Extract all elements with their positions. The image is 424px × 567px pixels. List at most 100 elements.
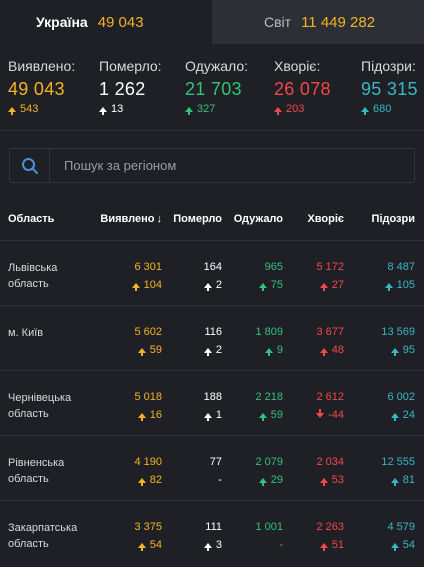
recovered-value: 2 079 bbox=[255, 456, 283, 468]
col-region[interactable]: Область bbox=[8, 213, 54, 225]
confirmed-cell: 4 190 82 bbox=[134, 456, 162, 486]
stat-deaths: Померло: 1 262 13 bbox=[99, 58, 162, 115]
region-name: м. Київ bbox=[8, 327, 44, 339]
confirmed-cell: 5 018 16 bbox=[134, 391, 162, 421]
stat-label: Одужало: bbox=[185, 58, 249, 74]
recovered-change: 9 bbox=[276, 344, 283, 356]
col-recovered[interactable]: Одужало bbox=[234, 213, 283, 225]
confirmed-change: 82 bbox=[149, 474, 162, 486]
sick-cell: 5 172 27 bbox=[316, 261, 344, 291]
stat-change-value: 327 bbox=[197, 103, 216, 115]
region-table: Львівська область 6 301 104 164 2 965 75 5 … bbox=[0, 241, 424, 566]
table-row[interactable]: Рівненська область 4 190 82 77 - 2 079 29 2… bbox=[0, 436, 424, 501]
tab-world-label: Світ bbox=[264, 14, 292, 30]
suspected-cell: 12 555 81 bbox=[381, 456, 415, 486]
recovered-value: 1 809 bbox=[255, 326, 283, 338]
recovered-change: 59 bbox=[270, 409, 283, 421]
arrow-up-icon bbox=[185, 106, 193, 115]
tab-ukraine-count: 49 043 bbox=[97, 13, 144, 31]
stat-change: 680 bbox=[361, 103, 418, 115]
suspected-change: 24 bbox=[402, 409, 415, 421]
search-icon[interactable] bbox=[10, 149, 50, 182]
deaths-change: 3 bbox=[215, 539, 222, 551]
sick-cell: 2 612 -44 bbox=[316, 391, 344, 421]
deaths-value: 116 bbox=[204, 326, 222, 338]
arrow-up-icon bbox=[137, 412, 146, 421]
sick-change: 53 bbox=[331, 474, 344, 486]
col-deaths[interactable]: Померло bbox=[173, 213, 222, 225]
suspected-value: 6 002 bbox=[387, 391, 415, 403]
arrow-up-icon bbox=[203, 412, 212, 421]
arrow-up-icon bbox=[137, 542, 146, 551]
suspected-cell: 6 002 24 bbox=[387, 391, 415, 421]
sick-cell: 3 677 48 bbox=[316, 326, 344, 356]
col-suspected[interactable]: Підозри bbox=[372, 213, 415, 225]
deaths-cell: 164 2 bbox=[204, 261, 222, 291]
table-row[interactable]: Закарпатська область 3 375 54 111 3 1 001 -… bbox=[0, 501, 424, 566]
arrow-up-icon bbox=[137, 477, 146, 486]
recovered-value: 965 bbox=[264, 261, 283, 273]
sick-cell: 2 034 53 bbox=[316, 456, 344, 486]
table-row[interactable]: м. Київ 5 602 59 116 2 1 809 9 3 677 48 13 5… bbox=[0, 306, 424, 371]
suspected-cell: 8 487 105 bbox=[384, 261, 415, 291]
stat-change-value: 13 bbox=[111, 103, 124, 115]
stat-value: 26 078 bbox=[274, 79, 331, 99]
arrow-up-icon bbox=[361, 106, 369, 115]
tab-world-count: 11 449 282 bbox=[301, 13, 376, 31]
arrow-up-icon bbox=[258, 282, 267, 291]
sick-value: 2 034 bbox=[316, 456, 344, 468]
col-sick[interactable]: Хворіє bbox=[307, 213, 344, 225]
arrow-up-icon bbox=[319, 542, 328, 551]
deaths-value: 77 bbox=[209, 456, 222, 468]
table-row[interactable]: Чернівецька область 5 018 16 188 1 2 218 59… bbox=[0, 371, 424, 436]
arrow-up-icon bbox=[99, 106, 107, 115]
divider bbox=[0, 130, 424, 131]
search-input[interactable] bbox=[50, 158, 390, 173]
arrow-up-icon bbox=[137, 347, 146, 356]
suspected-change: 54 bbox=[402, 539, 415, 551]
stat-value: 21 703 bbox=[185, 79, 242, 99]
deaths-cell: 188 1 bbox=[204, 391, 222, 421]
confirmed-change: 16 bbox=[149, 409, 162, 421]
suspected-cell: 4 579 54 bbox=[387, 521, 415, 551]
deaths-value: 188 bbox=[203, 391, 222, 403]
confirmed-value: 5 018 bbox=[134, 391, 162, 403]
suspected-cell: 13 569 95 bbox=[381, 326, 415, 356]
summary-stats: Виявлено: 49 043 543 Померло: 1 262 13 О… bbox=[0, 58, 424, 118]
tab-ukraine[interactable]: Україна 49 043 bbox=[0, 0, 212, 44]
suspected-value: 4 579 bbox=[387, 521, 415, 533]
sick-value: 2 612 bbox=[316, 391, 344, 403]
deaths-cell: 116 2 bbox=[203, 326, 222, 356]
suspected-change: 95 bbox=[402, 344, 415, 356]
table-row[interactable]: Львівська область 6 301 104 164 2 965 75 5 … bbox=[0, 241, 424, 306]
stat-change: 543 bbox=[8, 103, 75, 115]
stat-confirmed: Виявлено: 49 043 543 bbox=[8, 58, 75, 115]
stat-label: Підозри: bbox=[361, 58, 416, 74]
recovered-cell: 1 001 - bbox=[255, 521, 283, 551]
confirmed-change: 54 bbox=[149, 539, 162, 551]
confirmed-cell: 6 301 104 bbox=[131, 261, 162, 291]
confirmed-value: 5 602 bbox=[134, 326, 162, 338]
deaths-value: 111 bbox=[205, 521, 222, 533]
table-header: Область Виявлено ↓ Померло Одужало Хворіє… bbox=[0, 205, 424, 235]
stat-change-value: 543 bbox=[20, 103, 39, 115]
tab-ukraine-label: Україна bbox=[36, 14, 88, 30]
confirmed-cell: 3 375 54 bbox=[134, 521, 162, 551]
recovered-change: 75 bbox=[270, 279, 283, 291]
stat-label: Виявлено: bbox=[8, 58, 76, 74]
col-confirmed-label: Виявлено bbox=[100, 213, 155, 225]
stat-value: 1 262 bbox=[99, 79, 146, 99]
deaths-change: - bbox=[218, 474, 222, 486]
region-name: Закарпатська область bbox=[8, 522, 78, 550]
stat-value: 49 043 bbox=[8, 79, 65, 99]
deaths-change: 2 bbox=[215, 344, 222, 356]
tab-world[interactable]: Світ 11 449 282 bbox=[212, 0, 424, 44]
confirmed-change: 104 bbox=[143, 279, 162, 291]
arrow-up-icon bbox=[319, 477, 328, 486]
sick-value: 5 172 bbox=[316, 261, 344, 273]
col-confirmed[interactable]: Виявлено ↓ bbox=[100, 213, 162, 225]
stat-recovered: Одужало: 21 703 327 bbox=[185, 58, 248, 115]
recovered-cell: 965 75 bbox=[258, 261, 283, 291]
arrow-up-icon bbox=[203, 542, 212, 551]
stat-change-value: 203 bbox=[286, 103, 305, 115]
